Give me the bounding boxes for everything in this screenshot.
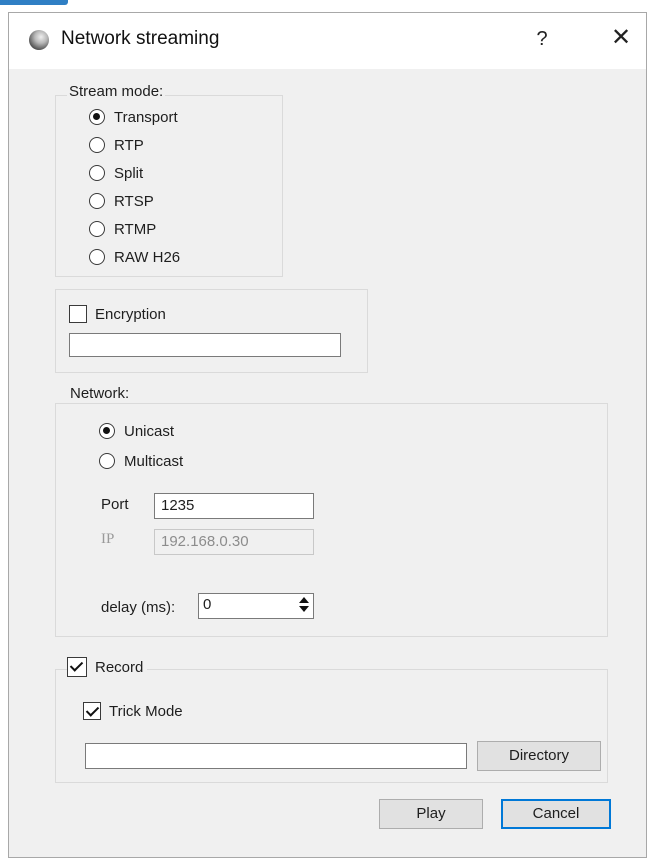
- delay-label: delay (ms):: [101, 599, 176, 616]
- encryption-label: Encryption: [95, 305, 166, 323]
- radio-raw-h26-indicator[interactable]: [89, 249, 105, 265]
- radio-multicast-indicator[interactable]: [99, 453, 115, 469]
- radio-raw-h26-label: RAW H26: [114, 248, 181, 266]
- network-title: Network:: [70, 385, 130, 402]
- radio-unicast[interactable]: Unicast: [99, 419, 174, 443]
- record-checkbox[interactable]: [67, 657, 87, 677]
- radio-split-indicator[interactable]: [89, 165, 105, 181]
- radio-rtp-indicator[interactable]: [89, 137, 105, 153]
- radio-split[interactable]: Split: [89, 161, 143, 185]
- radio-rtp[interactable]: RTP: [89, 133, 144, 157]
- network-streaming-dialog: Network streaming ? ✕ Stream mode: Trans…: [8, 12, 647, 858]
- background-accent: [0, 0, 68, 5]
- radio-rtmp-label: RTMP: [114, 220, 157, 238]
- trick-mode-label: Trick Mode: [109, 702, 183, 720]
- ip-label: IP: [101, 531, 115, 547]
- port-input[interactable]: 1235: [154, 493, 314, 519]
- spin-down-icon[interactable]: [299, 606, 309, 612]
- radio-rtsp[interactable]: RTSP: [89, 189, 154, 213]
- delay-value: 0: [203, 596, 212, 613]
- help-button[interactable]: ?: [529, 25, 555, 53]
- play-button[interactable]: Play: [379, 799, 483, 829]
- port-label: Port: [101, 496, 129, 513]
- radio-multicast-label: Multicast: [124, 452, 184, 470]
- radio-rtmp-indicator[interactable]: [89, 221, 105, 237]
- spin-up-icon[interactable]: [299, 597, 309, 603]
- directory-button[interactable]: Directory: [477, 741, 601, 771]
- record-label: Record: [95, 658, 144, 676]
- trick-mode-row[interactable]: Trick Mode: [83, 699, 183, 723]
- trick-mode-checkbox[interactable]: [83, 702, 101, 720]
- radio-transport-label: Transport: [114, 108, 178, 126]
- encryption-checkbox-row[interactable]: Encryption: [69, 302, 166, 326]
- radio-rtp-label: RTP: [114, 136, 144, 154]
- encryption-key-input[interactable]: [69, 333, 341, 357]
- radio-transport-indicator[interactable]: [89, 109, 105, 125]
- cancel-button[interactable]: Cancel: [501, 799, 611, 829]
- radio-split-label: Split: [114, 164, 144, 182]
- title-bar: Network streaming ? ✕: [9, 13, 646, 69]
- window-title: Network streaming: [61, 28, 220, 49]
- encryption-checkbox[interactable]: [69, 305, 87, 323]
- delay-spinbox[interactable]: 0: [198, 593, 314, 619]
- close-button[interactable]: ✕: [607, 23, 635, 53]
- directory-input[interactable]: [85, 743, 467, 769]
- spin-arrows[interactable]: [297, 596, 311, 614]
- record-checkbox-row[interactable]: Record: [67, 655, 148, 679]
- radio-transport[interactable]: Transport: [89, 105, 178, 129]
- radio-rtsp-indicator[interactable]: [89, 193, 105, 209]
- stream-mode-title: Stream mode:: [67, 83, 166, 100]
- radio-raw-h26[interactable]: RAW H26: [89, 245, 180, 269]
- radio-unicast-indicator[interactable]: [99, 423, 115, 439]
- radio-multicast[interactable]: Multicast: [99, 449, 183, 473]
- radio-unicast-label: Unicast: [124, 422, 175, 440]
- radio-rtmp[interactable]: RTMP: [89, 217, 156, 241]
- app-globe-icon: [29, 30, 49, 50]
- ip-input: 192.168.0.30: [154, 529, 314, 555]
- radio-rtsp-label: RTSP: [114, 192, 154, 210]
